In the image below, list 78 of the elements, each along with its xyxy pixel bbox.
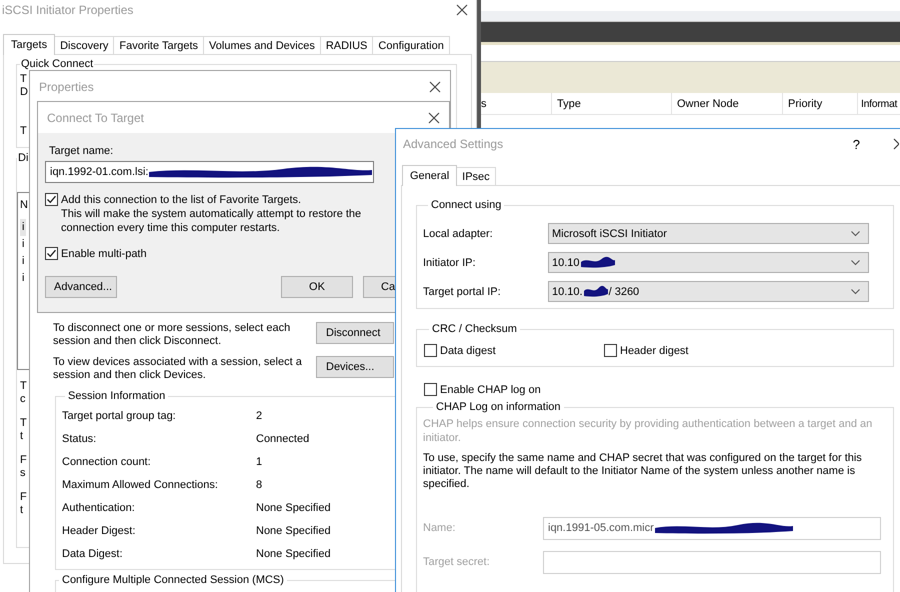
text-fragment: t — [20, 504, 24, 516]
field-label: Name: — [423, 522, 456, 534]
group-label: CHAP Log on information — [435, 401, 562, 413]
tab[interactable]: Discovery — [54, 36, 114, 54]
field-label: Target portal IP: — [423, 286, 502, 298]
info-label: Connection count: — [62, 456, 151, 468]
column-header[interactable]: Priority — [788, 93, 822, 115]
text-fragment: T — [20, 417, 27, 430]
help-button[interactable]: ? — [852, 136, 860, 152]
tab[interactable]: Targets — [3, 34, 56, 55]
instruction-text: To disconnect one or more sessions, select each session and then click Disconnect. — [53, 322, 292, 348]
column-header[interactable]: Informat — [861, 93, 898, 115]
info-label: Data Digest: — [62, 548, 123, 560]
info-label: Header Digest: — [62, 524, 136, 536]
group-label: Connect using — [430, 199, 502, 211]
checkbox-label: Header digest — [620, 344, 688, 356]
column-header[interactable]: s — [481, 93, 486, 115]
instruction-text: To view devices associated with a session, select a session and then click Devices. — [53, 356, 303, 382]
text-fragment: T — [20, 125, 27, 138]
tab[interactable]: Configuration — [372, 36, 450, 54]
group-label: Session Information — [67, 390, 166, 402]
text-fragment: D — [20, 86, 28, 99]
checkbox-label: Add this connection to the list of Favorite Targets. — [61, 194, 302, 206]
info-value: 8 — [256, 478, 262, 490]
checkbox-label: Enable CHAP log on — [440, 384, 541, 396]
tab[interactable]: General — [402, 165, 458, 186]
text-fragment: s — [20, 466, 26, 479]
field-label: Local adapter: — [423, 228, 494, 240]
text-fragment: c — [20, 392, 26, 405]
field-label: Initiator IP: — [423, 256, 477, 268]
tab[interactable]: Favorite Targets — [113, 36, 204, 54]
dialog-button[interactable]: OK — [281, 276, 353, 298]
list-item[interactable]: i — [20, 253, 26, 270]
group-label: Configure Multiple Connected Session (MCS) — [61, 574, 285, 586]
info-label: Maximum Allowed Connections: — [62, 478, 218, 490]
dialog-button[interactable]: Ca — [363, 276, 395, 298]
list-item[interactable]: i — [20, 219, 26, 236]
dropdown[interactable]: 10.10 — [548, 252, 869, 273]
action-button[interactable]: Devices... — [316, 356, 394, 378]
text-fragment: F — [20, 491, 27, 504]
action-button[interactable]: Disconnect — [316, 322, 394, 344]
info-value: None Specified — [256, 548, 331, 560]
info-value: 2 — [256, 410, 262, 422]
text-fragment: F — [20, 454, 27, 466]
dialog-button[interactable]: Advanced... — [45, 276, 117, 298]
window-title: Connect To Target — [47, 110, 144, 124]
info-label: Target portal group tag: — [62, 410, 176, 422]
field-label: Target secret: — [423, 556, 491, 568]
group-label: CRC / Checksum — [431, 323, 518, 335]
dropdown[interactable]: Microsoft iSCSI Initiator — [548, 223, 869, 244]
text-fragment: T — [20, 380, 27, 392]
info-value: Connected — [256, 432, 310, 444]
checkbox-label: Enable multi-path — [61, 248, 147, 260]
tab[interactable]: IPsec — [456, 167, 496, 185]
window-title: Advanced Settings — [403, 137, 504, 151]
column-header[interactable]: Type — [557, 93, 581, 115]
checkbox-description: This will make the system automatically attempt to restore the connection every time this computer restarts. — [61, 207, 362, 235]
window-title: iSCSI Initiator Properties — [2, 3, 134, 17]
field-label: Target name: — [49, 144, 114, 159]
info-label: Authentication: — [62, 502, 135, 514]
dropdown[interactable]: 10.10. / 3260 — [548, 281, 869, 302]
info-value: None Specified — [256, 524, 331, 536]
list-item[interactable]: i — [20, 236, 26, 253]
group-label: Di — [17, 152, 30, 164]
list-item[interactable]: i — [20, 270, 26, 287]
info-value: None Specified — [256, 502, 331, 514]
hint-text: CHAP helps ensure connection security by providing authentication between a target and an initiator. — [423, 417, 874, 445]
list-header: N — [20, 199, 28, 213]
window-title: Properties — [39, 80, 94, 94]
info-value: 1 — [256, 456, 262, 468]
column-header[interactable]: Owner Node — [677, 93, 739, 115]
group-label: Quick Connect — [20, 58, 94, 70]
instruction-text: To use, specify the same name and CHAP secret that was configured on the target for this initiator. The name will default to the Initiator Name of the system unless another name is specified. — [423, 452, 863, 491]
text-fragment: t — [20, 430, 24, 442]
input-field[interactable]: iqn.1992-01.com.lsi: — [45, 161, 374, 183]
text-fragment: T — [20, 73, 27, 86]
info-label: Status: — [62, 432, 96, 444]
checkbox-label: Data digest — [440, 344, 496, 356]
